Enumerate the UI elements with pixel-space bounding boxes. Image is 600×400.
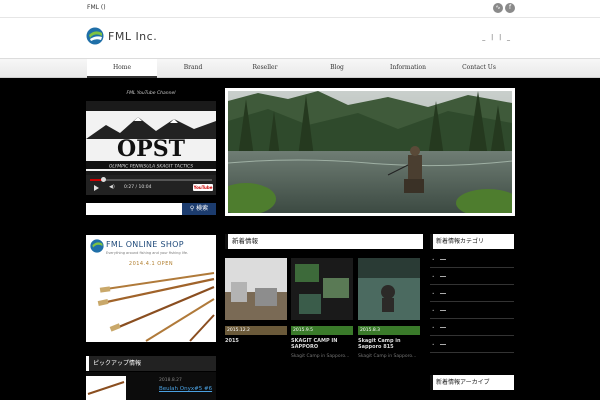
archive-heading: 新着情報アーカイブ: [430, 375, 514, 390]
category-item[interactable]: •: [430, 251, 514, 268]
nav-home[interactable]: Home: [87, 59, 157, 78]
nav-blog[interactable]: Blog: [302, 59, 372, 78]
nav-contact[interactable]: Contact Us: [444, 59, 514, 78]
fml-logo-icon: [90, 239, 104, 253]
news-thumbnail[interactable]: [358, 258, 420, 320]
news-excerpt: Skagit Camp in Sapporo...: [291, 354, 350, 359]
shop-title: FML ONLINE SHOP: [106, 240, 184, 249]
pickup-title-link[interactable]: Beulah Onyx#5 #6: [159, 386, 212, 392]
site-tagline: FML (): [87, 4, 106, 11]
search-icon: ⚲: [189, 205, 195, 212]
search-button[interactable]: ⚲ 検索: [182, 203, 216, 215]
video-progress-bar[interactable]: [90, 177, 212, 182]
progress-knob[interactable]: [101, 177, 106, 182]
news-title[interactable]: SKAGIT CAMP IN SAPPORO: [291, 338, 353, 350]
rss-icon[interactable]: ∿: [493, 3, 503, 13]
youtube-video-player[interactable]: OPST OLYMPIC PENINSULA SKAGIT TACTICS ◀)…: [86, 101, 216, 195]
news-card[interactable]: 2015.9.5 SKAGIT CAMP IN SAPPORO Skagit C…: [291, 258, 353, 360]
video-banner-sub: OLYMPIC PENINSULA SKAGIT TACTICS: [109, 164, 193, 170]
fishing-rods-image: [97, 272, 215, 342]
news-card[interactable]: 2015.12.2 2015: [225, 258, 287, 348]
logo-text[interactable]: FML Inc.: [108, 30, 157, 43]
fml-logo-icon[interactable]: [86, 27, 104, 45]
category-item[interactable]: •: [430, 319, 514, 336]
site-header: FML Inc. _ | | _: [0, 18, 600, 58]
news-date: 2015.12.2: [225, 326, 287, 335]
video-banner-title: OPST: [117, 136, 186, 162]
news-title[interactable]: 2015: [225, 338, 287, 344]
nav-information[interactable]: Information: [373, 59, 443, 78]
youtube-logo-icon[interactable]: YouTube: [193, 184, 213, 191]
news-heading: 新着情報: [225, 234, 423, 249]
main-nav: Home Brand Reseller Blog Information Con…: [0, 58, 600, 78]
news-date: 2015.9.5: [291, 326, 353, 335]
pickup-heading: ピックアップ情報: [86, 356, 216, 371]
news-thumbnail[interactable]: [225, 258, 287, 320]
online-shop-banner[interactable]: FML ONLINE SHOP Everything around fishin…: [86, 235, 216, 342]
nav-reseller[interactable]: Reseller: [230, 59, 300, 78]
top-bar: FML () ∿ f: [0, 0, 600, 18]
pickup-item[interactable]: 2018.8.27 Beulah Onyx#5 #6: [86, 372, 216, 400]
search-button-label: 検索: [196, 205, 209, 212]
news-thumbnail[interactable]: [291, 258, 353, 320]
river-fishing-photo: [228, 91, 512, 213]
nav-brand[interactable]: Brand: [158, 59, 228, 78]
play-icon[interactable]: [94, 185, 99, 191]
shop-open-date: 2014.4.1 OPEN: [128, 261, 174, 267]
category-item[interactable]: •: [430, 268, 514, 285]
search-input[interactable]: [86, 203, 182, 215]
youtube-channel-title: FML YouTube Channel: [126, 91, 176, 96]
shop-subtitle: Everything around fishing and your fishi…: [106, 251, 189, 255]
news-date: 2015.8.3: [358, 326, 420, 335]
category-item[interactable]: •: [430, 285, 514, 302]
news-excerpt: Skagit Camp in Sapporo...: [358, 354, 417, 359]
pickup-thumbnail[interactable]: [86, 376, 126, 400]
video-thumbnail[interactable]: OPST OLYMPIC PENINSULA SKAGIT TACTICS: [86, 111, 216, 171]
volume-icon[interactable]: ◀): [109, 184, 115, 190]
video-controls: ◀) 0:27 / 10:04 YouTube: [86, 175, 216, 195]
category-heading: 新着情報カテゴリ: [430, 234, 514, 249]
news-title[interactable]: Skagit Camp in Sapporo 815: [358, 338, 420, 350]
news-card[interactable]: 2015.8.3 Skagit Camp in Sapporo 815 Skag…: [358, 258, 420, 360]
facebook-icon[interactable]: f: [505, 3, 515, 13]
pickup-date: 2018.8.27: [159, 378, 182, 383]
category-item[interactable]: •: [430, 336, 514, 353]
category-item[interactable]: •: [430, 302, 514, 319]
video-time: 0:27 / 10:04: [124, 185, 152, 190]
hero-image: [225, 88, 515, 216]
header-links[interactable]: _ | | _: [482, 34, 512, 41]
